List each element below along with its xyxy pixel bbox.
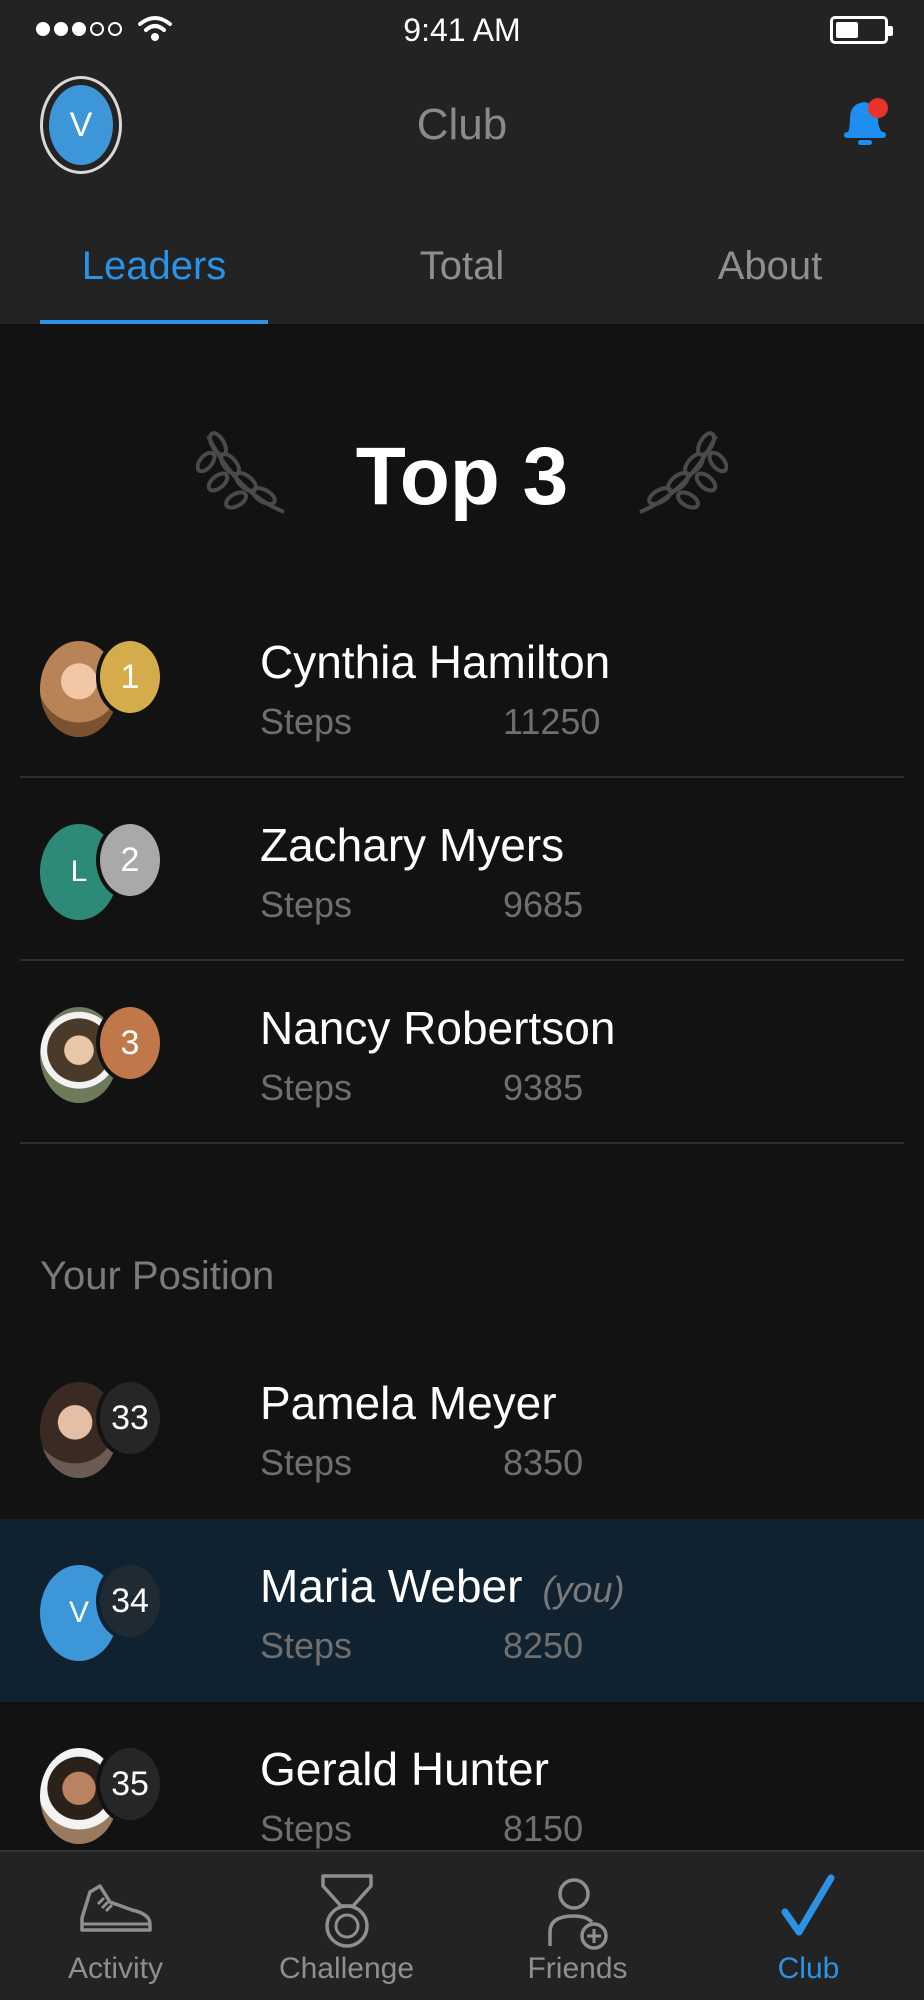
user-name: Zachary Myers	[260, 819, 565, 871]
user-name: Maria Weber (you)	[260, 1559, 625, 1613]
app-header: 9:41 AM V Club Leaders Total About	[0, 0, 924, 324]
nav-label: Friends	[527, 1952, 628, 1985]
checkmark-icon	[781, 1874, 834, 1936]
medal-icon	[320, 1874, 373, 1948]
metric-value: 8350	[503, 1442, 584, 1483]
status-bar: 9:41 AM	[0, 0, 924, 60]
user-name: Pamela Meyer	[260, 1377, 557, 1429]
notification-bell-icon[interactable]	[840, 92, 892, 154]
battery-icon	[830, 16, 893, 44]
top3-title: Top 3	[355, 431, 569, 522]
nav-label: Activity	[67, 1952, 163, 1985]
nav-activity[interactable]: Activity	[0, 1852, 231, 2000]
metric-value: 9685	[503, 884, 584, 925]
nav-friends[interactable]: Friends	[462, 1852, 693, 2000]
position-row-current-user[interactable]: V 34 Maria Weber (you) Steps 8250	[0, 1519, 924, 1702]
section-title: Your Position	[40, 1254, 275, 1298]
metric-value: 11250	[503, 701, 601, 742]
add-friend-icon	[547, 1878, 608, 1950]
tab-bar: Leaders Total About	[0, 230, 924, 324]
nav-label: Challenge	[278, 1952, 415, 1985]
metric-label: Steps	[260, 1625, 353, 1666]
sneaker-icon	[79, 1884, 152, 1932]
metric-value: 8150	[503, 1808, 584, 1849]
rank-badge: 1	[96, 637, 164, 717]
rank-badge: 34	[96, 1561, 164, 1641]
position-row[interactable]: 33 Pamela Meyer Steps 8350	[0, 1336, 924, 1519]
nav-club[interactable]: Club	[693, 1852, 924, 2000]
top3-banner: Top 3	[0, 410, 924, 560]
user-name-text: Maria Weber	[260, 1560, 523, 1612]
bottom-tab-bar: Activity Challenge Friends Club	[0, 1850, 924, 2000]
metric-label: Steps	[260, 1442, 353, 1483]
you-tag: (you)	[542, 1569, 625, 1610]
metric-value: 8250	[503, 1625, 584, 1666]
metric-label: Steps	[260, 884, 353, 925]
rank-badge: 3	[96, 1003, 164, 1083]
user-name: Gerald Hunter	[260, 1743, 549, 1795]
page-title: Club	[416, 100, 508, 149]
nav-label: Club	[777, 1952, 840, 1985]
rank-badge: 2	[96, 820, 164, 900]
user-name: Cynthia Hamilton	[260, 636, 611, 688]
tab-about[interactable]: About	[616, 230, 924, 324]
leader-row[interactable]: L 2 Zachary Myers Steps 9685	[0, 778, 924, 961]
metric-value: 9385	[503, 1067, 584, 1108]
tab-leaders[interactable]: Leaders	[0, 230, 308, 324]
tab-total[interactable]: Total	[308, 230, 616, 324]
notification-badge	[868, 98, 888, 118]
nav-challenge[interactable]: Challenge	[231, 1852, 462, 2000]
divider	[20, 1142, 904, 1144]
status-time: 9:41 AM	[403, 12, 521, 48]
metric-label: Steps	[260, 1067, 353, 1108]
metric-label: Steps	[260, 1808, 353, 1849]
leader-row[interactable]: 3 Nancy Robertson Steps 9385	[0, 961, 924, 1144]
rank-badge: 35	[96, 1744, 164, 1824]
laurel-right-icon	[639, 431, 728, 514]
leader-row[interactable]: 1 Cynthia Hamilton Steps 11250	[0, 595, 924, 778]
rank-badge: 33	[96, 1378, 164, 1458]
user-name: Nancy Robertson	[260, 1002, 616, 1054]
metric-label: Steps	[260, 701, 353, 742]
